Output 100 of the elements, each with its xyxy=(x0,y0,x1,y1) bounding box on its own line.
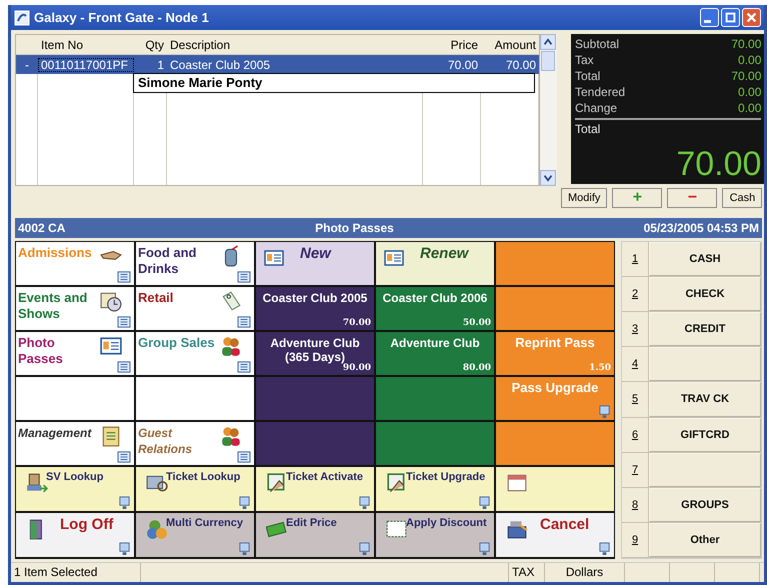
product-tile[interactable]: Coaster Club 2005 70.00 xyxy=(256,287,374,330)
total-label: Total xyxy=(575,68,600,84)
empty-tile[interactable] xyxy=(136,377,254,420)
tender-button[interactable]: CREDIT xyxy=(649,312,761,346)
status-tax: TAX xyxy=(509,563,545,582)
column-header[interactable]: Item No xyxy=(38,38,134,52)
id-card-icon xyxy=(264,248,284,268)
table-cell: 00110117001PF xyxy=(38,58,134,72)
table-cell-text: Coaster Club 2005 xyxy=(169,58,272,72)
function-button[interactable]: Ticket Lookup xyxy=(136,467,254,511)
action-button[interactable]: Modify xyxy=(561,188,608,208)
maximize-button[interactable] xyxy=(721,8,740,27)
tag-icon xyxy=(220,290,242,312)
tender-button[interactable]: Other xyxy=(649,522,761,557)
monitor-icon xyxy=(238,496,251,509)
list-icon xyxy=(117,316,131,328)
table-cell-text: 70.00 xyxy=(504,58,537,72)
category-tile[interactable]: Photo Passes xyxy=(16,332,134,375)
status-currency: Dollars xyxy=(545,563,625,582)
scroll-thumb[interactable] xyxy=(541,51,555,71)
table-row[interactable]: - 00110117001PF 1 Coaster Club 2005 70.00 70.00 xyxy=(16,55,539,74)
monitor-icon xyxy=(118,496,131,509)
tender-button[interactable] xyxy=(649,452,761,487)
monitor-icon xyxy=(598,405,611,418)
monitor-icon xyxy=(358,542,371,555)
column-header[interactable]: Amount xyxy=(481,38,539,52)
function-button[interactable]: Apply Discount xyxy=(376,513,494,557)
list-icon xyxy=(117,271,131,283)
status-message: 1 Item Selected xyxy=(11,563,141,582)
total-value: 70.00 xyxy=(731,68,762,84)
function-button[interactable] xyxy=(496,467,614,511)
product-tile[interactable]: Adventure Club (365 Days) 90.00 xyxy=(256,332,374,375)
empty-tile[interactable] xyxy=(496,287,614,330)
total-value: 0.00 xyxy=(738,52,762,68)
function-button[interactable]: Cancel xyxy=(496,513,614,557)
people-icon xyxy=(220,335,242,357)
column-header[interactable]: Price xyxy=(423,38,481,52)
category-tile[interactable]: Events and Shows xyxy=(16,287,134,330)
remove-button[interactable]: − xyxy=(667,188,718,208)
function-button[interactable]: SV Lookup xyxy=(16,467,134,511)
category-tile[interactable]: Guest Relations xyxy=(136,422,254,465)
option-tile[interactable]: Renew xyxy=(376,242,494,285)
action-button[interactable]: Cash xyxy=(722,188,762,208)
name-tag: Simone Marie Ponty xyxy=(133,73,535,93)
empty-tile[interactable] xyxy=(256,377,374,420)
function-button[interactable]: Log Off xyxy=(16,513,134,557)
list-icon xyxy=(237,451,251,463)
category-tile[interactable]: Retail xyxy=(136,287,254,330)
tender-button[interactable] xyxy=(649,347,761,382)
category-label: Retail xyxy=(138,290,174,306)
calendar-icon xyxy=(506,472,528,494)
category-tile[interactable]: Food and Drinks xyxy=(136,242,254,285)
scroll-up-button[interactable] xyxy=(540,34,556,50)
minimize-icon xyxy=(704,20,711,23)
category-tile[interactable]: Management xyxy=(16,422,134,465)
scanner-icon xyxy=(26,472,48,494)
minimize-button[interactable] xyxy=(700,8,719,27)
section-title: Photo Passes xyxy=(314,221,395,235)
function-button[interactable]: Ticket Upgrade xyxy=(376,467,494,511)
scroll-down-button[interactable] xyxy=(540,170,556,186)
id-card-icon xyxy=(384,248,404,268)
maximize-icon xyxy=(724,11,737,24)
monitor-icon xyxy=(118,542,131,555)
tender-button[interactable]: TRAV CK xyxy=(649,382,761,417)
empty-tile[interactable] xyxy=(376,422,494,465)
row-marker: - xyxy=(24,58,30,72)
monitor-icon xyxy=(358,496,371,509)
option-tile[interactable]: New xyxy=(256,242,374,285)
column-header[interactable]: Qty xyxy=(134,38,167,52)
close-icon xyxy=(745,11,758,24)
empty-tile[interactable] xyxy=(256,422,374,465)
date-time: 05/23/2005 04:53 PM xyxy=(644,221,759,235)
function-button[interactable]: Ticket Activate xyxy=(256,467,374,511)
tender-button[interactable]: GIFTCRD xyxy=(649,418,761,452)
scrollbar[interactable] xyxy=(540,34,557,186)
function-button[interactable]: Edit Price xyxy=(256,513,374,557)
monitor-icon xyxy=(238,542,251,555)
category-label: Events and Shows xyxy=(18,290,88,322)
tender-button[interactable]: GROUPS xyxy=(649,488,761,522)
list-icon xyxy=(237,316,251,328)
tender-button[interactable]: CASH xyxy=(649,242,761,276)
list-icon xyxy=(117,451,131,463)
product-tile[interactable]: Adventure Club 80.00 xyxy=(376,332,494,375)
location-code: 4002 CA xyxy=(18,221,66,235)
empty-tile[interactable] xyxy=(496,242,614,285)
empty-tile[interactable] xyxy=(16,377,134,420)
total-label: Change xyxy=(575,100,618,116)
empty-tile[interactable] xyxy=(376,377,494,420)
close-button[interactable] xyxy=(742,8,761,27)
window-title: Galaxy - Front Gate - Node 1 xyxy=(34,10,210,25)
tender-button[interactable]: CHECK xyxy=(649,277,761,312)
function-button[interactable]: Multi Currency xyxy=(136,513,254,557)
product-tile[interactable]: Coaster Club 2006 50.00 xyxy=(376,287,494,330)
empty-tile[interactable] xyxy=(496,422,614,465)
monitor-icon xyxy=(478,496,491,509)
category-label: Admissions xyxy=(18,245,93,261)
column-header[interactable]: Description xyxy=(167,38,423,52)
category-tile[interactable]: Group Sales xyxy=(136,332,254,375)
category-label: Photo Passes xyxy=(18,335,64,367)
coins-icon xyxy=(146,518,168,540)
